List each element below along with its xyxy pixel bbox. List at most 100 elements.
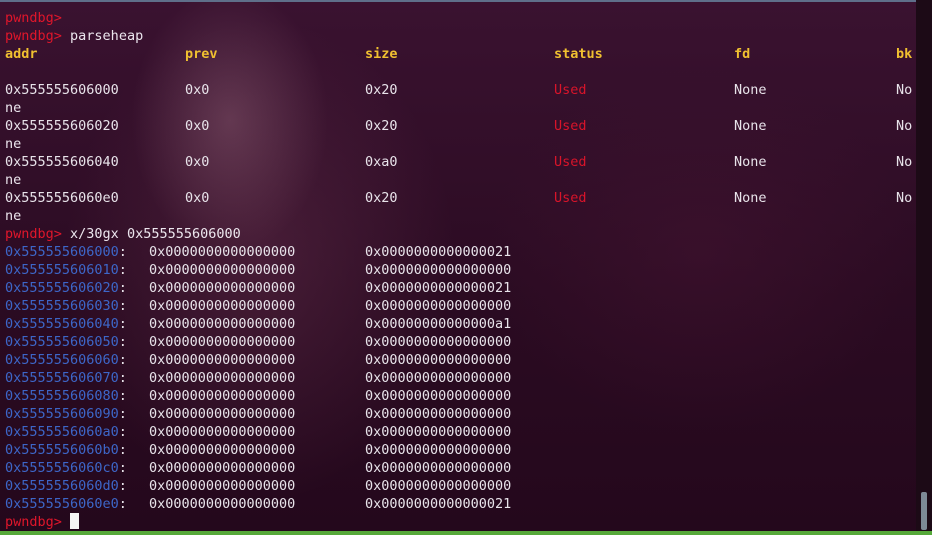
header-bk: bk	[896, 46, 913, 62]
wrap-continuation: ne	[5, 172, 22, 188]
chunk-fd: None	[734, 154, 767, 170]
chunk-fd: None	[734, 190, 767, 206]
memory-value: 0x00000000000000a1	[365, 316, 512, 332]
text-cursor[interactable]	[69, 513, 79, 529]
wrapped-text: ne	[5, 99, 916, 117]
wrapped-text: ne	[5, 135, 916, 153]
wrap-continuation: ne	[5, 136, 22, 152]
memory-address: 0x555555606000	[5, 244, 119, 260]
wrapped-text: ne	[5, 207, 916, 225]
memory-value: 0x0000000000000000	[149, 388, 296, 404]
prompt-line: pwndbg>	[5, 9, 916, 27]
chunk-status: Used	[554, 82, 587, 98]
memory-address: 0x5555556060e0	[5, 496, 119, 512]
header-prev: prev	[185, 46, 218, 62]
memory-address: 0x5555556060a0	[5, 424, 119, 440]
wrap-continuation: ne	[5, 100, 22, 116]
chunk-bk: No	[896, 154, 913, 170]
wrapped-text: ne	[5, 171, 916, 189]
memory-value: 0x0000000000000000	[149, 370, 296, 386]
scrollbar-thumb[interactable]	[921, 492, 927, 530]
memory-value: 0x0000000000000021	[365, 244, 512, 260]
memory-value: 0x0000000000000000	[365, 352, 512, 368]
chunk-fd: None	[734, 82, 767, 98]
memory-address: 0x5555556060b0	[5, 442, 119, 458]
window-top-border	[0, 0, 918, 2]
chunk-bk: No	[896, 190, 913, 206]
memory-address: 0x555555606090	[5, 406, 119, 422]
command-text: x/30gx 0x555555606000	[70, 226, 241, 242]
memory-value: 0x0000000000000000	[149, 460, 296, 476]
header-size: size	[365, 46, 398, 62]
chunk-status: Used	[554, 190, 587, 206]
memory-row: 0x555555606060: 0x0000000000000000 0x00000…	[5, 352, 512, 368]
table-row: 0x5555556060e0 0x0 0x20 Used None No	[5, 189, 916, 207]
memory-address: 0x555555606040	[5, 316, 119, 332]
memory-value: 0x0000000000000000	[149, 334, 296, 350]
memory-address: 0x555555606010	[5, 262, 119, 278]
memory-row: 0x555555606040: 0x0000000000000000 0x00000…	[5, 316, 512, 332]
memory-row: 0x555555606000: 0x0000000000000000 0x00000…	[5, 244, 512, 260]
header-status: status	[554, 46, 603, 62]
memory-value: 0x0000000000000000	[149, 478, 296, 494]
command-line: pwndbg> parseheap	[5, 27, 916, 45]
chunk-prev: 0x0	[185, 154, 210, 170]
memory-row: 0x5555556060e0: 0x0000000000000000 0x00000…	[5, 496, 512, 512]
memory-row: 0x5555556060d0: 0x0000000000000000 0x00000…	[5, 478, 512, 494]
prompt: pwndbg>	[5, 28, 62, 44]
heap-table-header: addr prev size status fd bk	[5, 45, 916, 63]
memory-value: 0x0000000000000000	[149, 406, 296, 422]
memory-row: 0x5555556060c0: 0x0000000000000000 0x00000…	[5, 460, 512, 476]
memory-row: 0x555555606030: 0x0000000000000000 0x00000…	[5, 298, 512, 314]
command-line: pwndbg> x/30gx 0x555555606000	[5, 225, 916, 243]
chunk-size: 0x20	[365, 82, 398, 98]
memory-value: 0x0000000000000021	[365, 280, 512, 296]
terminal-output[interactable]: pwndbg> pwndbg> parseheap addr prev size…	[5, 9, 916, 531]
chunk-size: 0x20	[365, 118, 398, 134]
memory-address: 0x5555556060c0	[5, 460, 119, 476]
chunk-fd: None	[734, 118, 767, 134]
wrap-continuation: ne	[5, 208, 22, 224]
input-line[interactable]: pwndbg>	[5, 513, 916, 531]
memory-value: 0x0000000000000000	[149, 262, 296, 278]
memory-address: 0x555555606020	[5, 280, 119, 296]
memory-address: 0x555555606070	[5, 370, 119, 386]
memory-value: 0x0000000000000000	[365, 406, 512, 422]
chunk-prev: 0x0	[185, 190, 210, 206]
chunk-addr: 0x5555556060e0	[5, 190, 119, 206]
memory-value: 0x0000000000000000	[365, 424, 512, 440]
memory-address: 0x555555606080	[5, 388, 119, 404]
memory-row: 0x555555606070: 0x0000000000000000 0x00000…	[5, 370, 512, 386]
memory-address: 0x5555556060d0	[5, 478, 119, 494]
table-row: 0x555555606020 0x0 0x20 Used None No	[5, 117, 916, 135]
prompt: pwndbg>	[5, 226, 62, 242]
memory-value: 0x0000000000000000	[365, 388, 512, 404]
memory-value: 0x0000000000000000	[149, 424, 296, 440]
chunk-status: Used	[554, 154, 587, 170]
chunk-bk: No	[896, 82, 913, 98]
vertical-scrollbar[interactable]	[916, 0, 932, 535]
chunk-status: Used	[554, 118, 587, 134]
memory-row: 0x555555606020: 0x0000000000000000 0x00000…	[5, 280, 512, 296]
prompt: pwndbg>	[5, 514, 62, 530]
table-row: 0x555555606040 0x0 0xa0 Used None No	[5, 153, 916, 171]
bottom-accent-bar	[0, 531, 932, 535]
chunk-addr: 0x555555606020	[5, 118, 119, 134]
memory-value: 0x0000000000000000	[365, 334, 512, 350]
prompt: pwndbg>	[5, 10, 62, 26]
memory-address: 0x555555606030	[5, 298, 119, 314]
chunk-bk: No	[896, 118, 913, 134]
memory-address: 0x555555606050	[5, 334, 119, 350]
header-addr: addr	[5, 46, 38, 62]
memory-value: 0x0000000000000000	[149, 442, 296, 458]
chunk-prev: 0x0	[185, 118, 210, 134]
table-row: 0x555555606000 0x0 0x20 Used None No	[5, 81, 916, 99]
memory-value: 0x0000000000000000	[149, 352, 296, 368]
memory-value: 0x0000000000000000	[149, 316, 296, 332]
memory-value: 0x0000000000000000	[365, 370, 512, 386]
header-fd: fd	[734, 46, 751, 62]
chunk-prev: 0x0	[185, 82, 210, 98]
memory-row: 0x555555606050: 0x0000000000000000 0x00000…	[5, 334, 512, 350]
memory-value: 0x0000000000000000	[365, 442, 512, 458]
